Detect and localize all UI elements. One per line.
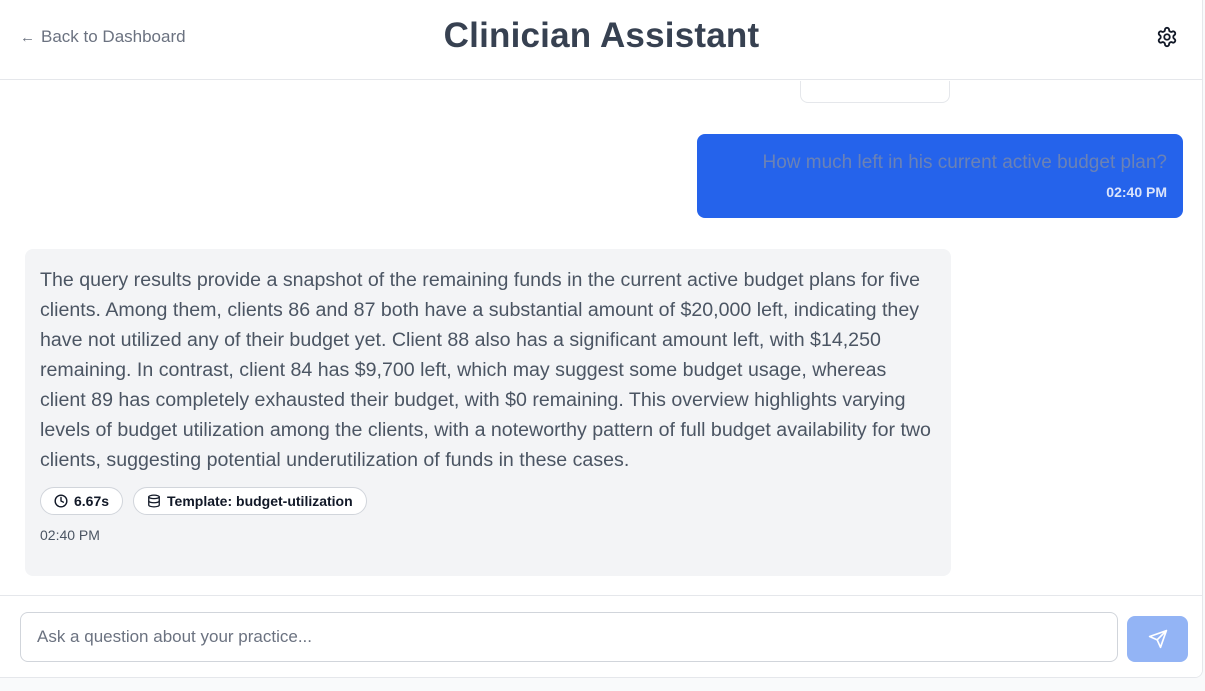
page-title: Clinician Assistant (443, 16, 760, 55)
message-list[interactable]: How much left in his current active budg… (0, 81, 1202, 595)
composer (0, 595, 1202, 677)
assistant-message-time: 02:40 PM (40, 527, 100, 543)
question-input[interactable] (20, 612, 1118, 662)
user-message-text: How much left in his current active budg… (762, 152, 1168, 173)
chat-window: ← Back to Dashboard Clinician Assistant … (0, 0, 1203, 678)
send-button[interactable] (1127, 616, 1188, 662)
user-message-time: 02:40 PM (1106, 184, 1167, 200)
duration-badge: 6.67s (40, 487, 124, 515)
template-badge: Template: budget-utilization (133, 487, 367, 515)
assistant-message: The query results provide a snapshot of … (25, 249, 951, 576)
user-message: How much left in his current active budg… (697, 134, 1183, 218)
database-icon (148, 494, 160, 508)
gear-icon (1157, 26, 1177, 48)
header: ← Back to Dashboard Clinician Assistant (0, 0, 1202, 80)
message-meta: 6.67s Template: budget-utilization (40, 487, 936, 515)
send-icon (1148, 629, 1167, 649)
clock-icon (54, 494, 68, 508)
duration-value: 6.67s (74, 493, 110, 509)
settings-button[interactable] (1156, 26, 1178, 48)
previous-message-stub (800, 81, 950, 103)
template-name: Template: budget-utilization (167, 493, 353, 509)
assistant-message-text: The query results provide a snapshot of … (40, 269, 931, 471)
